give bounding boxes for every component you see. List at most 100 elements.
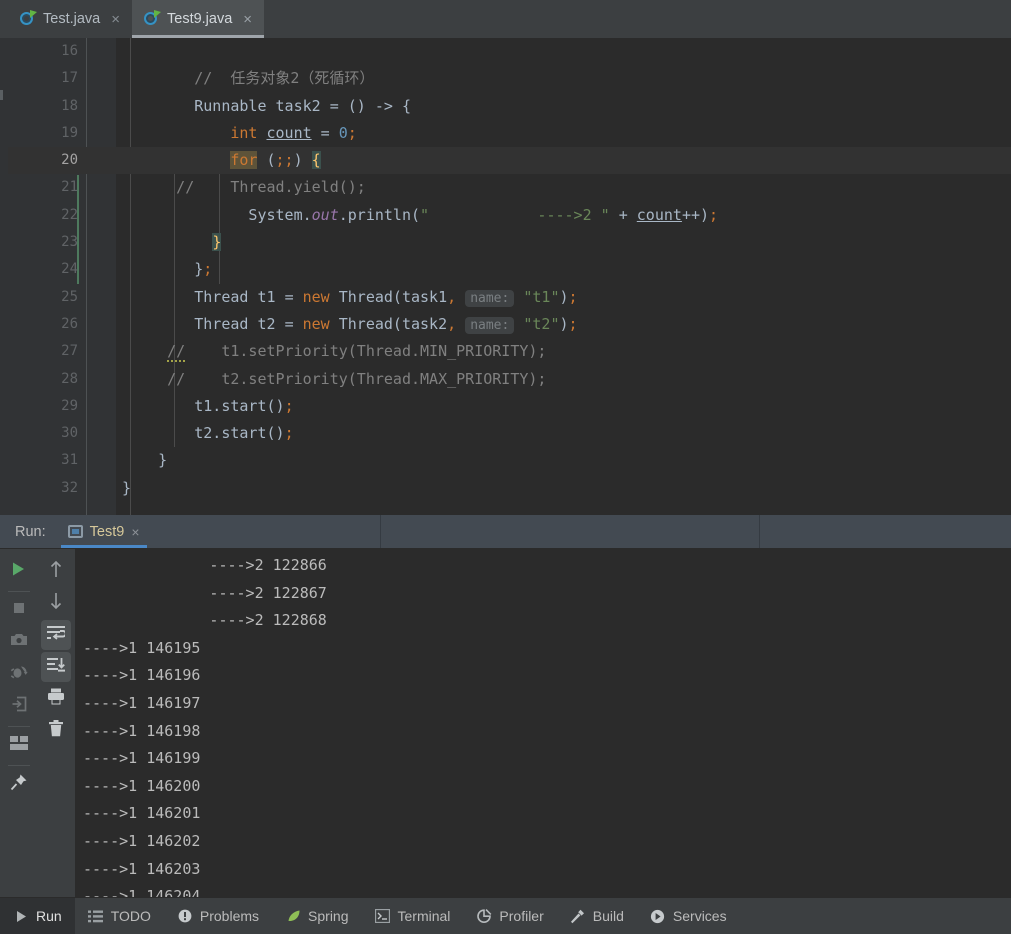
toolbar-divider (7, 726, 30, 727)
run-header-divider (759, 515, 760, 548)
console-line: ---->1 146200 (83, 776, 201, 795)
camera-icon (10, 632, 28, 652)
code-line-23: } (212, 233, 222, 252)
run-tool-window: Run: Test9 × ---->2 122866 ---->2 122867… (0, 515, 1011, 897)
gutter-line-number: 31 (61, 452, 78, 469)
editor-left-strip (0, 38, 8, 515)
code-line-25: Thread t1 = new Thread(task1, name: "t1"… (122, 287, 578, 307)
close-icon[interactable]: × (110, 12, 121, 27)
gutter-line-number: 24 (61, 261, 78, 278)
pin-button[interactable] (4, 769, 34, 799)
gutter-line-number: 29 (61, 397, 78, 414)
stop-square-icon (12, 601, 26, 620)
run-window-body: ---->2 122866 ---->2 122867 ---->2 12286… (0, 549, 1011, 897)
gutter-line-number: 27 (61, 343, 78, 360)
scroll-to-end-toggle[interactable] (40, 652, 71, 682)
code-line-26: Thread t2 = new Thread(task2, name: "t2"… (122, 314, 578, 334)
terminal-icon (375, 908, 391, 924)
code-line-28: // t2.setPriority(Thread.MAX_PRIORITY); (122, 369, 547, 388)
stop-button[interactable] (4, 595, 34, 625)
breakpoint-strip-marker (0, 90, 3, 100)
code-line-17: // 任务对象2（死循环） (122, 69, 375, 88)
java-class-icon (144, 10, 161, 27)
attach-button[interactable] (4, 691, 34, 721)
console-line: ---->1 146197 (83, 693, 201, 712)
run-tab-test9[interactable]: Test9 × (58, 515, 150, 548)
gutter-line-number: 25 (61, 288, 78, 305)
play-icon (11, 561, 26, 582)
code-line-31: } (122, 451, 168, 470)
status-item-services[interactable]: Services (637, 898, 740, 934)
console-line: ---->1 146198 (83, 721, 201, 740)
bug-rerun-icon (10, 664, 28, 685)
console-line: ---->2 122866 (83, 556, 327, 574)
status-item-label: Problems (199, 908, 260, 924)
code-text-area[interactable]: // 任务对象2（死循环） Runnable task2 = () -> { i… (116, 38, 1011, 515)
services-icon (650, 908, 666, 924)
code-line-30: t2.start(); (122, 424, 294, 443)
editor-tab-label: Test9.java (167, 11, 233, 27)
gutter-line-number: 16 (61, 43, 78, 59)
toolbar-divider (7, 765, 30, 766)
run-window-title: Run: (15, 523, 46, 540)
run-header-divider (380, 515, 381, 548)
status-item-terminal[interactable]: Terminal (362, 898, 464, 934)
editor-gutter[interactable]: 16 17 18 19 20 21 22 23 24 25 26 27 28 2… (8, 38, 116, 515)
console-line: ---->1 146203 (83, 859, 201, 878)
up-button[interactable] (41, 556, 71, 586)
status-item-spring[interactable]: Spring (272, 898, 361, 934)
print-button[interactable] (41, 684, 71, 714)
run-toolbar-column-left (0, 556, 37, 897)
hammer-icon (570, 908, 586, 924)
code-editor[interactable]: 16 17 18 19 20 21 22 23 24 25 26 27 28 2… (0, 38, 1011, 515)
status-item-problems[interactable]: Problems (164, 898, 272, 934)
run-toolbar-column-right (37, 556, 74, 897)
gutter-line-number: 26 (61, 315, 78, 332)
soft-wrap-toggle[interactable] (40, 620, 71, 650)
code-line-18: Runnable task2 = () -> { (122, 96, 411, 115)
editor-tab-label: Test.java (43, 11, 101, 27)
run-toolbar (0, 549, 75, 897)
layout-icon (9, 735, 28, 755)
down-button[interactable] (41, 588, 71, 618)
status-item-run[interactable]: Run (0, 898, 75, 934)
run-configuration-icon (67, 525, 83, 538)
editor-tab-test9-java[interactable]: Test9.java × (132, 0, 265, 38)
status-item-build[interactable]: Build (557, 898, 637, 934)
layout-button[interactable] (4, 730, 34, 760)
console-output[interactable]: ---->2 122866 ---->2 122867 ---->2 12286… (75, 549, 1011, 897)
status-item-label: Profiler (499, 908, 544, 924)
status-item-label: Build (592, 908, 624, 924)
status-bar: Run TODO Problems Spring Terminal Profil… (0, 897, 1011, 934)
export-arrow-icon (11, 696, 27, 717)
gutter-line-number: 23 (61, 234, 78, 251)
gutter-line-number: 22 (61, 206, 78, 223)
play-triangle-icon (13, 908, 29, 924)
editor-tab-bar: Test.java × Test9.java × (0, 0, 1011, 38)
parameter-hint: name: (465, 316, 515, 334)
editor-tab-test-java[interactable]: Test.java × (8, 0, 132, 38)
status-item-label: Services (672, 908, 727, 924)
console-line: ---->1 146202 (83, 831, 201, 850)
rerun-button[interactable] (4, 556, 34, 586)
status-item-label: TODO (110, 908, 151, 924)
arrow-up-icon (49, 560, 63, 583)
gutter-line-number: 32 (61, 479, 78, 496)
gutter-line-number: 28 (61, 370, 78, 387)
screenshot-button[interactable] (4, 627, 34, 657)
printer-icon (47, 688, 65, 710)
problems-icon (177, 908, 193, 924)
close-icon[interactable]: × (242, 12, 253, 27)
code-line-32: } (122, 478, 132, 497)
close-icon[interactable]: × (131, 524, 139, 540)
tab-bar-left-padding (0, 0, 8, 38)
status-item-todo[interactable]: TODO (75, 898, 164, 934)
restart-debug-button[interactable] (4, 659, 34, 689)
status-item-profiler[interactable]: Profiler (463, 898, 556, 934)
trash-icon (48, 720, 64, 742)
clear-all-button[interactable] (41, 716, 71, 746)
status-item-label: Run (36, 908, 62, 924)
run-tab-label: Test9 (89, 523, 125, 540)
console-line: ---->1 146196 (83, 666, 201, 685)
console-line: ---->2 122867 (83, 583, 327, 602)
